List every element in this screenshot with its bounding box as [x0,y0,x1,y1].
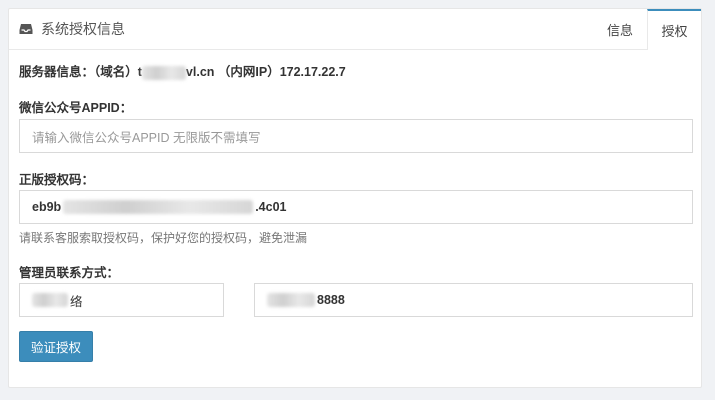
appid-input[interactable]: 请输入微信公众号APPID 无限版不需填写 [19,119,693,153]
appid-label: 微信公众号APPID： [19,101,133,115]
verify-license-button[interactable]: 验证授权 [19,331,93,362]
server-info-prefix: 服务器信息：（域名）t [19,65,142,79]
server-info-suffix: vl.cn （内网IP）172.17.22.7 [185,65,346,79]
tab-license[interactable]: 授权 [647,9,701,50]
contact-label: 管理员联系方式： [19,266,120,280]
tab-bar: 信息 授权 [593,9,701,50]
contact-phone-input[interactable]: 8888 [254,283,693,317]
contact-phone-suffix: 8888 [317,293,345,307]
tab-info[interactable]: 信息 [593,9,647,49]
inbox-icon [19,24,33,34]
server-info: 服务器信息：（域名）t vl.cn （内网IP）172.17.22.7 [19,61,346,80]
license-code-input[interactable]: eb9b .4c01 [19,190,693,224]
redacted-license-code [63,200,254,214]
license-panel: 系统授权信息 信息 授权 服务器信息：（域名）t vl.cn （内网IP）172.… [8,8,702,388]
redacted-domain [141,65,186,80]
redacted-contact-name [32,293,68,307]
license-code-prefix: eb9b [32,200,62,214]
license-help-text: 请联系客服索取授权码，保护好您的授权码，避免泄漏 [19,231,308,245]
panel-header: 系统授权信息 信息 授权 [9,9,701,50]
appid-placeholder: 请输入微信公众号APPID 无限版不需填写 [32,130,261,145]
contact-name-input[interactable]: 络 [19,283,224,317]
panel-title-text: 系统授权信息 [41,21,125,37]
license-code-suffix: .4c01 [255,200,287,214]
redacted-phone [267,293,315,307]
license-label: 正版授权码： [19,173,95,187]
contact-name-suffix: 络 [70,294,83,309]
panel-title: 系统授权信息 [19,9,125,49]
